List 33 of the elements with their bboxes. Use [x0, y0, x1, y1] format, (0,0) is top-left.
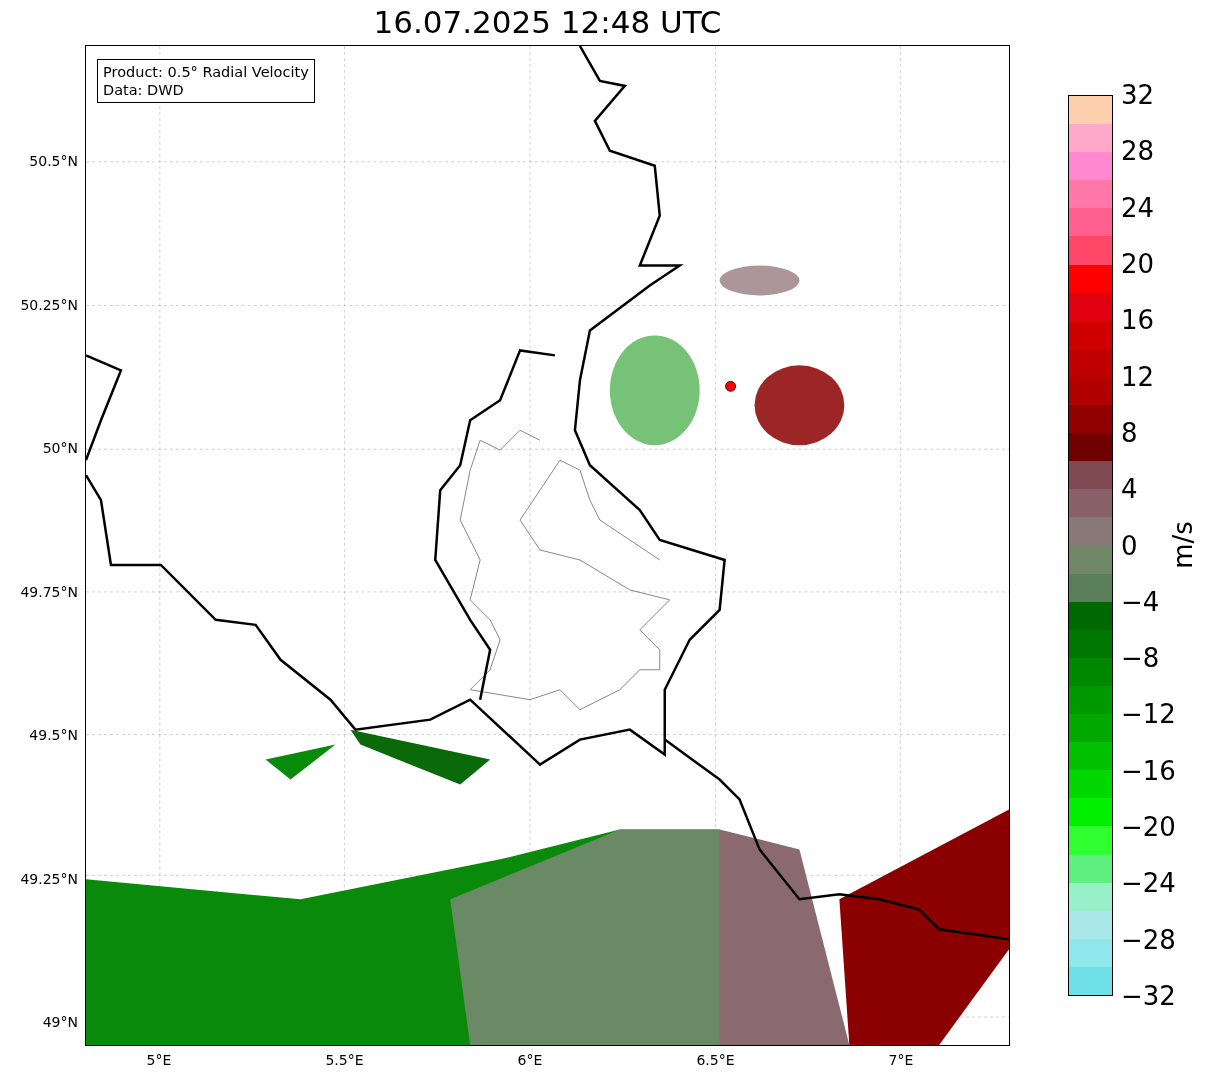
colorbar-tick-label: 16 — [1121, 305, 1155, 336]
colorbar-tick-label: 32 — [1121, 80, 1155, 110]
latitude-label: 50.25°N — [20, 296, 78, 313]
colorbar-tick-label: 20 — [1121, 248, 1155, 279]
colorbar-tick-label: −16 — [1121, 755, 1176, 786]
latitude-label: 50°N — [42, 440, 78, 456]
colorbar-tick-label: 24 — [1121, 192, 1155, 223]
colorbar-tick-label: −24 — [1121, 868, 1176, 899]
chart-title: 16.07.2025 12:48 UTC — [372, 3, 723, 42]
longitude-label: 6.5°E — [696, 1052, 735, 1068]
longitude-label: 5°E — [146, 1052, 172, 1068]
colorbar-tick-label: 28 — [1121, 136, 1155, 167]
colorbar-tick-label: −32 — [1121, 981, 1176, 1011]
info-text: Data: DWD — [103, 81, 185, 99]
colorbar-tick-label: 8 — [1121, 417, 1138, 448]
colorbar-tick-label: −8 — [1121, 643, 1160, 674]
colorbar-tick-label: −4 — [1121, 586, 1160, 617]
colorbar-tick-label: 0 — [1121, 530, 1138, 561]
longitude-label: 7°E — [888, 1052, 914, 1068]
latitude-label: 49.25°N — [20, 870, 78, 887]
info-text: Product: 0.5° Radial Velocity — [103, 63, 309, 81]
colorbar-tick-label: −12 — [1121, 699, 1176, 730]
colorbar-tick-label: 12 — [1121, 361, 1155, 392]
colorbar-tick-label: −28 — [1121, 924, 1176, 955]
latitude-label: 50.5°N — [29, 153, 78, 169]
latitude-label: 49.75°N — [20, 583, 78, 600]
longitude-label: 5.5°E — [325, 1052, 364, 1068]
colorbar-tick-label: −20 — [1121, 812, 1176, 843]
colorbar-tick-label: 4 — [1121, 474, 1138, 505]
latitude-label: 49.5°N — [29, 727, 78, 743]
longitude-label: 6°E — [517, 1052, 543, 1068]
latitude-label: 49°N — [42, 1014, 78, 1030]
colorbar-unit-label: m/s — [1168, 521, 1198, 569]
